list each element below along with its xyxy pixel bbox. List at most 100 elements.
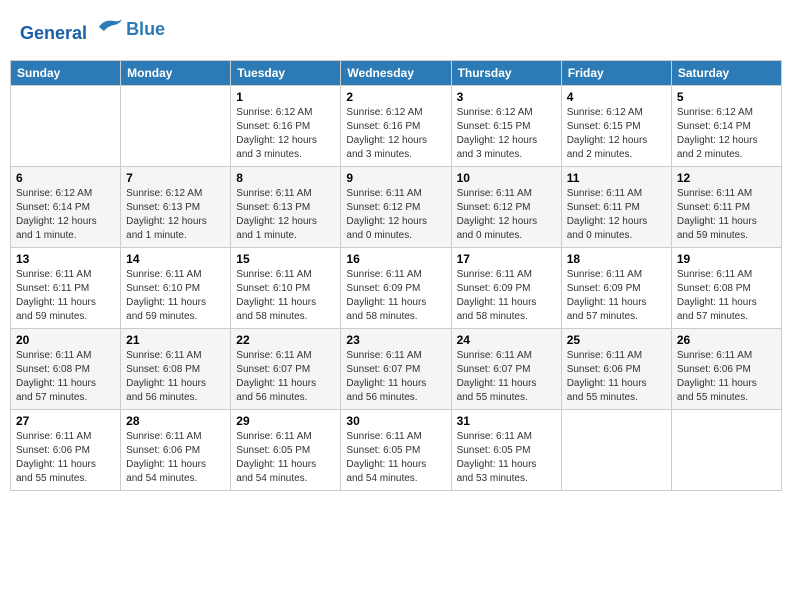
day-info: Sunrise: 6:11 AM Sunset: 6:06 PM Dayligh… <box>126 430 225 486</box>
calendar-cell: 25 Sunrise: 6:11 AM Sunset: 6:06 PM Dayli… <box>561 328 671 409</box>
calendar-week-1: 1 Sunrise: 6:12 AM Sunset: 6:16 PM Daylig… <box>11 85 782 166</box>
logo-blue: Blue <box>126 19 165 41</box>
day-info: Sunrise: 6:11 AM Sunset: 6:13 PM Dayligh… <box>236 187 335 243</box>
day-number: 28 <box>126 414 225 428</box>
day-info: Sunrise: 6:12 AM Sunset: 6:16 PM Dayligh… <box>236 106 335 162</box>
day-header-friday: Friday <box>561 60 671 85</box>
calendar-cell: 23Sunrise: 6:11 AM Sunset: 6:07 PM Dayli… <box>341 328 451 409</box>
day-info: Sunrise: 6:11 AM Sunset: 6:11 PM Dayligh… <box>567 187 666 243</box>
day-header-monday: Monday <box>121 60 231 85</box>
calendar-cell: 14 Sunrise: 6:11 AM Sunset: 6:10 PM Dayli… <box>121 247 231 328</box>
calendar-cell: 11 Sunrise: 6:11 AM Sunset: 6:11 PM Dayli… <box>561 166 671 247</box>
calendar-header-row: SundayMondayTuesdayWednesdayThursdayFrid… <box>11 60 782 85</box>
day-header-saturday: Saturday <box>671 60 781 85</box>
day-number: 18 <box>567 252 666 266</box>
day-number: 8 <box>236 171 335 185</box>
day-header-wednesday: Wednesday <box>341 60 451 85</box>
calendar-cell: 7 Sunrise: 6:12 AM Sunset: 6:13 PM Daylig… <box>121 166 231 247</box>
day-info: Sunrise: 6:11 AM Sunset: 6:08 PM Dayligh… <box>677 268 776 324</box>
day-info: Sunrise: 6:11 AM Sunset: 6:08 PM Dayligh… <box>126 349 225 405</box>
day-number: 30 <box>346 414 445 428</box>
calendar-cell: 24 Sunrise: 6:11 AM Sunset: 6:07 PM Dayli… <box>451 328 561 409</box>
day-info: Sunrise: 6:11 AM Sunset: 6:05 PM Dayligh… <box>346 430 445 486</box>
calendar-cell: 29 Sunrise: 6:11 AM Sunset: 6:05 PM Dayli… <box>231 409 341 490</box>
day-info: Sunrise: 6:11 AM Sunset: 6:10 PM Dayligh… <box>126 268 225 324</box>
day-number: 15 <box>236 252 335 266</box>
calendar-cell <box>121 85 231 166</box>
day-number: 26 <box>677 333 776 347</box>
logo-bird-icon <box>94 15 124 39</box>
day-number: 10 <box>457 171 556 185</box>
day-info: Sunrise: 6:11 AM Sunset: 6:09 PM Dayligh… <box>346 268 445 324</box>
calendar-cell: 9Sunrise: 6:11 AM Sunset: 6:12 PM Daylig… <box>341 166 451 247</box>
day-number: 24 <box>457 333 556 347</box>
calendar-cell: 2 Sunrise: 6:12 AM Sunset: 6:16 PM Daylig… <box>341 85 451 166</box>
day-number: 2 <box>346 90 445 104</box>
day-info: Sunrise: 6:11 AM Sunset: 6:11 PM Dayligh… <box>16 268 115 324</box>
day-info: Sunrise: 6:11 AM Sunset: 6:12 PM Dayligh… <box>457 187 556 243</box>
day-number: 22 <box>236 333 335 347</box>
calendar-cell: 15 Sunrise: 6:11 AM Sunset: 6:10 PM Dayli… <box>231 247 341 328</box>
day-number: 16 <box>346 252 445 266</box>
calendar-cell: 13 Sunrise: 6:11 AM Sunset: 6:11 PM Dayli… <box>11 247 121 328</box>
calendar-cell: 17 Sunrise: 6:11 AM Sunset: 6:09 PM Dayli… <box>451 247 561 328</box>
calendar-cell: 30 Sunrise: 6:11 AM Sunset: 6:05 PM Dayli… <box>341 409 451 490</box>
calendar-cell: 27Sunrise: 6:11 AM Sunset: 6:06 PM Dayli… <box>11 409 121 490</box>
day-info: Sunrise: 6:11 AM Sunset: 6:09 PM Dayligh… <box>567 268 666 324</box>
calendar-cell: 16 Sunrise: 6:11 AM Sunset: 6:09 PM Dayli… <box>341 247 451 328</box>
day-info: Sunrise: 6:11 AM Sunset: 6:05 PM Dayligh… <box>457 430 556 486</box>
day-number: 6 <box>16 171 115 185</box>
calendar-cell: 1 Sunrise: 6:12 AM Sunset: 6:16 PM Daylig… <box>231 85 341 166</box>
calendar-cell: 12Sunrise: 6:11 AM Sunset: 6:11 PM Dayli… <box>671 166 781 247</box>
calendar-cell: 21 Sunrise: 6:11 AM Sunset: 6:08 PM Dayli… <box>121 328 231 409</box>
day-number: 19 <box>677 252 776 266</box>
day-number: 5 <box>677 90 776 104</box>
day-number: 25 <box>567 333 666 347</box>
day-number: 17 <box>457 252 556 266</box>
day-number: 7 <box>126 171 225 185</box>
day-info: Sunrise: 6:12 AM Sunset: 6:14 PM Dayligh… <box>677 106 776 162</box>
day-number: 11 <box>567 171 666 185</box>
day-number: 29 <box>236 414 335 428</box>
day-info: Sunrise: 6:12 AM Sunset: 6:14 PM Dayligh… <box>16 187 115 243</box>
calendar-table: SundayMondayTuesdayWednesdayThursdayFrid… <box>10 60 782 491</box>
calendar-cell: 31 Sunrise: 6:11 AM Sunset: 6:05 PM Dayli… <box>451 409 561 490</box>
day-header-thursday: Thursday <box>451 60 561 85</box>
calendar-cell: 20Sunrise: 6:11 AM Sunset: 6:08 PM Dayli… <box>11 328 121 409</box>
day-info: Sunrise: 6:11 AM Sunset: 6:06 PM Dayligh… <box>567 349 666 405</box>
day-number: 21 <box>126 333 225 347</box>
logo: General Blue <box>20 15 165 45</box>
calendar-cell: 28 Sunrise: 6:11 AM Sunset: 6:06 PM Dayli… <box>121 409 231 490</box>
day-info: Sunrise: 6:12 AM Sunset: 6:15 PM Dayligh… <box>457 106 556 162</box>
day-number: 13 <box>16 252 115 266</box>
day-info: Sunrise: 6:12 AM Sunset: 6:15 PM Dayligh… <box>567 106 666 162</box>
day-number: 12 <box>677 171 776 185</box>
calendar-cell: 3Sunrise: 6:12 AM Sunset: 6:15 PM Daylig… <box>451 85 561 166</box>
calendar-cell: 10 Sunrise: 6:11 AM Sunset: 6:12 PM Dayli… <box>451 166 561 247</box>
day-info: Sunrise: 6:11 AM Sunset: 6:08 PM Dayligh… <box>16 349 115 405</box>
calendar-week-3: 13 Sunrise: 6:11 AM Sunset: 6:11 PM Dayli… <box>11 247 782 328</box>
day-info: Sunrise: 6:11 AM Sunset: 6:06 PM Dayligh… <box>677 349 776 405</box>
calendar-week-4: 20Sunrise: 6:11 AM Sunset: 6:08 PM Dayli… <box>11 328 782 409</box>
day-info: Sunrise: 6:11 AM Sunset: 6:06 PM Dayligh… <box>16 430 115 486</box>
calendar-cell <box>671 409 781 490</box>
day-info: Sunrise: 6:12 AM Sunset: 6:16 PM Dayligh… <box>346 106 445 162</box>
day-number: 23 <box>346 333 445 347</box>
day-info: Sunrise: 6:11 AM Sunset: 6:07 PM Dayligh… <box>236 349 335 405</box>
day-info: Sunrise: 6:11 AM Sunset: 6:05 PM Dayligh… <box>236 430 335 486</box>
calendar-cell: 8 Sunrise: 6:11 AM Sunset: 6:13 PM Daylig… <box>231 166 341 247</box>
day-number: 31 <box>457 414 556 428</box>
calendar-cell: 18 Sunrise: 6:11 AM Sunset: 6:09 PM Dayli… <box>561 247 671 328</box>
day-number: 14 <box>126 252 225 266</box>
day-info: Sunrise: 6:11 AM Sunset: 6:09 PM Dayligh… <box>457 268 556 324</box>
day-info: Sunrise: 6:11 AM Sunset: 6:10 PM Dayligh… <box>236 268 335 324</box>
day-header-sunday: Sunday <box>11 60 121 85</box>
day-info: Sunrise: 6:11 AM Sunset: 6:07 PM Dayligh… <box>457 349 556 405</box>
calendar-cell <box>11 85 121 166</box>
calendar-week-2: 6 Sunrise: 6:12 AM Sunset: 6:14 PM Daylig… <box>11 166 782 247</box>
calendar-cell: 5 Sunrise: 6:12 AM Sunset: 6:14 PM Daylig… <box>671 85 781 166</box>
calendar-cell <box>561 409 671 490</box>
day-info: Sunrise: 6:12 AM Sunset: 6:13 PM Dayligh… <box>126 187 225 243</box>
calendar-cell: 19 Sunrise: 6:11 AM Sunset: 6:08 PM Dayli… <box>671 247 781 328</box>
day-number: 1 <box>236 90 335 104</box>
